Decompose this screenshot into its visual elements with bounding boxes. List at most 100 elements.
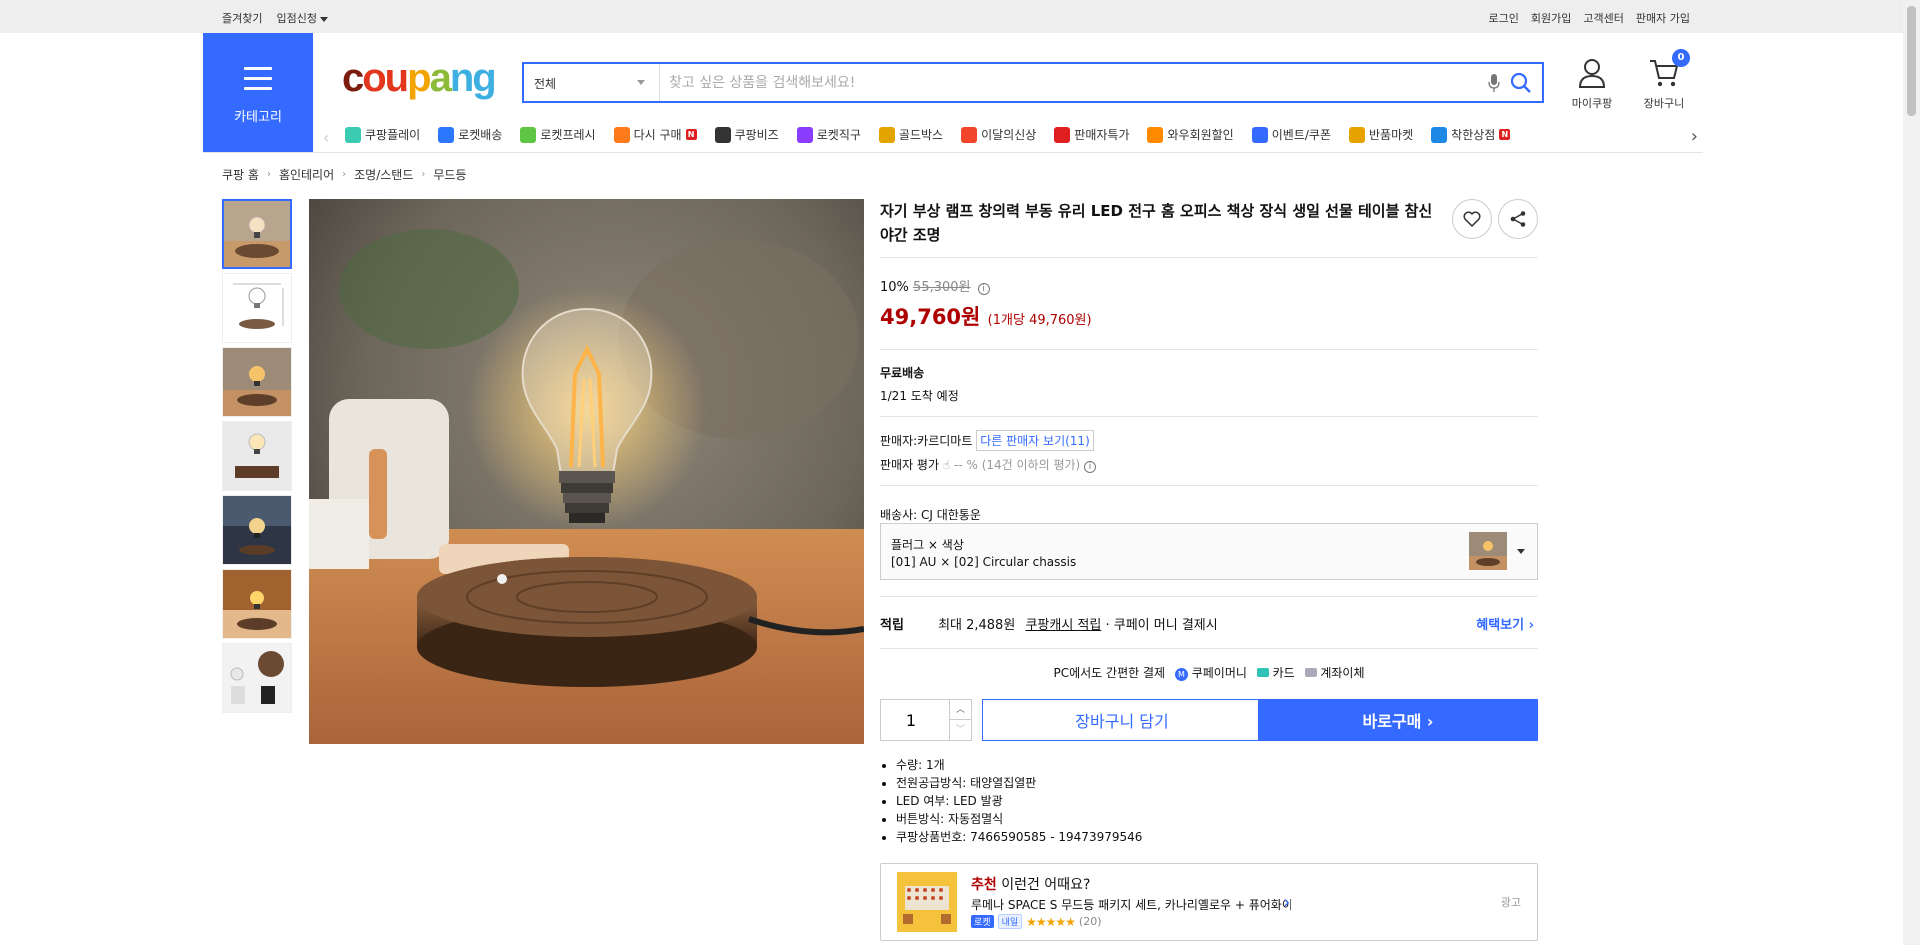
- breadcrumb-item[interactable]: 조명/스탠드: [354, 166, 413, 183]
- decrease-quantity-button[interactable]: ﹀: [949, 720, 971, 740]
- nav-item-label: 로켓프레시: [540, 128, 596, 142]
- cart-button[interactable]: 0 장바구니: [1634, 49, 1694, 111]
- customer-center-link[interactable]: 고객센터: [1583, 10, 1623, 26]
- chevron-left-icon[interactable]: ‹: [323, 128, 329, 147]
- thumbnail-image[interactable]: [222, 199, 292, 269]
- chevron-down-icon: [637, 80, 645, 85]
- chevron-down-icon: [1517, 549, 1525, 554]
- buy-now-label: 바로구매: [1362, 712, 1422, 731]
- pay-method-bank: 계좌이체: [1320, 666, 1365, 680]
- ad-label: 광고: [1500, 896, 1521, 909]
- chevron-right-icon[interactable]: ›: [1691, 126, 1698, 147]
- wishlist-button[interactable]: [1452, 199, 1492, 239]
- seller-signup-link[interactable]: 판매자 가입: [1636, 10, 1690, 26]
- seller-apply-dropdown[interactable]: 입점신청: [276, 10, 328, 26]
- breadcrumb-item[interactable]: 쿠팡 홈: [222, 166, 259, 183]
- page-scrollbar[interactable]: [1903, 0, 1920, 945]
- nav-item[interactable]: 로켓직구: [796, 126, 861, 143]
- share-icon: [1510, 211, 1526, 227]
- buy-now-button[interactable]: 바로구매 ›: [1258, 699, 1538, 741]
- goldbox-icon: [878, 126, 895, 143]
- scrollbar-thumb[interactable]: [1907, 6, 1916, 116]
- info-icon[interactable]: i: [977, 283, 990, 295]
- search-icon[interactable]: [1510, 72, 1532, 94]
- search-category-select[interactable]: 전체: [524, 64, 660, 101]
- option-value: [01] AU × [02] Circular chassis: [891, 555, 1077, 569]
- global-icon: [796, 126, 813, 143]
- quantity-input[interactable]: [881, 700, 941, 740]
- nav-item[interactable]: 로켓프레시: [520, 126, 596, 143]
- spec-item: 쿠팡상품번호: 7466590585 - 19473979546: [896, 828, 1538, 846]
- nav-item[interactable]: 다시 구매 N: [613, 126, 697, 143]
- login-link[interactable]: 로그인: [1489, 10, 1519, 26]
- payment-methods-row: PC에서도 간편한 결제 M 쿠페이머니 카드 계좌이체: [880, 664, 1538, 681]
- mycoupang-button[interactable]: 마이쿠팡: [1562, 58, 1622, 111]
- top-utility-bar: 즐겨찾기 입점신청 로그인 회원가입 고객센터 판매자 가입: [0, 0, 1920, 33]
- product-main-image[interactable]: [309, 199, 864, 744]
- nav-item-label: 판매자특가: [1074, 128, 1130, 142]
- nav-item[interactable]: 이달의신상: [961, 126, 1036, 143]
- wow-icon: [1147, 126, 1164, 143]
- option-label: 플러그 × 색상: [891, 538, 964, 552]
- increase-quantity-button[interactable]: ︿: [949, 700, 971, 720]
- rebuy-icon: [613, 126, 630, 143]
- spec-item: 버튼방식: 자동점멸식: [896, 810, 1538, 828]
- thumbnail-image[interactable]: [222, 643, 292, 713]
- nav-item[interactable]: 이벤트/쿠폰: [1251, 126, 1331, 143]
- coupang-cash-link[interactable]: 쿠팡캐시 적립: [1025, 618, 1101, 633]
- chevron-right-icon: ›: [266, 169, 271, 180]
- breadcrumb-item[interactable]: 무드등: [433, 166, 466, 183]
- new-icon: [961, 126, 978, 143]
- seller-name[interactable]: 카르디마트: [917, 434, 972, 448]
- share-button[interactable]: [1498, 199, 1538, 239]
- recommendation-meta: 로켓 내일 ★★★★★ (20): [971, 914, 1102, 929]
- seller-label: 판매자:: [880, 434, 918, 448]
- search-input[interactable]: [661, 64, 1441, 101]
- breadcrumb-item[interactable]: 홈인테리어: [279, 166, 334, 183]
- nav-item[interactable]: 와우회원할인: [1147, 126, 1234, 143]
- bookmark-link[interactable]: 즐겨찾기: [222, 10, 262, 26]
- thumbnail-image[interactable]: [222, 495, 292, 565]
- product-spec-list: 수량: 1개 전원공급방식: 태양열집열판 LED 여부: LED 발광 버튼방…: [880, 756, 1538, 846]
- search-category-value: 전체: [534, 77, 557, 91]
- thumbnail-image[interactable]: [222, 421, 292, 491]
- nav-item[interactable]: 판매자특가: [1054, 126, 1129, 143]
- chevron-right-icon[interactable]: ›: [1283, 892, 1290, 913]
- nav-item[interactable]: 골드박스: [878, 126, 944, 143]
- discount-row: 10% 55,300원 i: [880, 276, 1538, 295]
- nav-item[interactable]: 반품마켓: [1348, 126, 1413, 143]
- biz-icon: [714, 126, 731, 143]
- bank-icon: [1304, 668, 1317, 677]
- recommendation-card[interactable]: 추천 이런건 어때요? 루메나 SPACE S 무드등 패키지 세트, 카나리옐…: [880, 863, 1538, 941]
- benefit-link[interactable]: 혜택보기 ›: [1476, 614, 1534, 633]
- hamburger-icon: [244, 67, 272, 90]
- nav-item-label: 골드박스: [898, 128, 944, 142]
- microphone-icon[interactable]: [1488, 74, 1500, 92]
- info-icon[interactable]: i: [1084, 461, 1097, 473]
- nav-item-label: 쿠팡비즈: [734, 128, 779, 142]
- category-menu-button[interactable]: 카테고리: [203, 33, 313, 153]
- nav-item-label: 이벤트/쿠폰: [1271, 128, 1331, 142]
- nav-item[interactable]: 쿠팡플레이: [345, 126, 420, 143]
- thumbnail-list: [222, 199, 294, 717]
- chevron-down-icon: [319, 16, 328, 22]
- thumbnail-image[interactable]: [222, 347, 292, 417]
- thumbnail-image[interactable]: [222, 569, 292, 639]
- signup-link[interactable]: 회원가입: [1531, 10, 1571, 26]
- nav-item[interactable]: 로켓배송: [438, 126, 502, 143]
- pay-method-money: 쿠페이머니: [1191, 666, 1247, 680]
- nav-item-label: 착한상점: [1451, 128, 1496, 142]
- tomorrow-badge: 내일: [997, 914, 1023, 929]
- thumbnail-image[interactable]: [222, 273, 292, 343]
- nav-item[interactable]: 쿠팡비즈: [714, 126, 779, 143]
- points-row: 적립 최대 2,488원 쿠팡캐시 적립 · 쿠페이 머니 결제시 혜택보기 ›: [880, 614, 1538, 633]
- nav-item[interactable]: 착한상점 N: [1431, 126, 1511, 143]
- add-to-cart-button[interactable]: 장바구니 담기: [982, 699, 1262, 741]
- coupang-logo[interactable]: coupang: [342, 56, 497, 101]
- option-select[interactable]: 플러그 × 색상 [01] AU × [02] Circular chassis: [880, 523, 1538, 580]
- play-icon: [345, 126, 361, 143]
- rating-stars-icon: ★★★★★: [1026, 914, 1076, 929]
- chevron-right-icon: ›: [342, 169, 347, 180]
- other-sellers-button[interactable]: 다른 판매자 보기(11): [976, 430, 1094, 451]
- seller-rating-value: -- %: [953, 458, 978, 472]
